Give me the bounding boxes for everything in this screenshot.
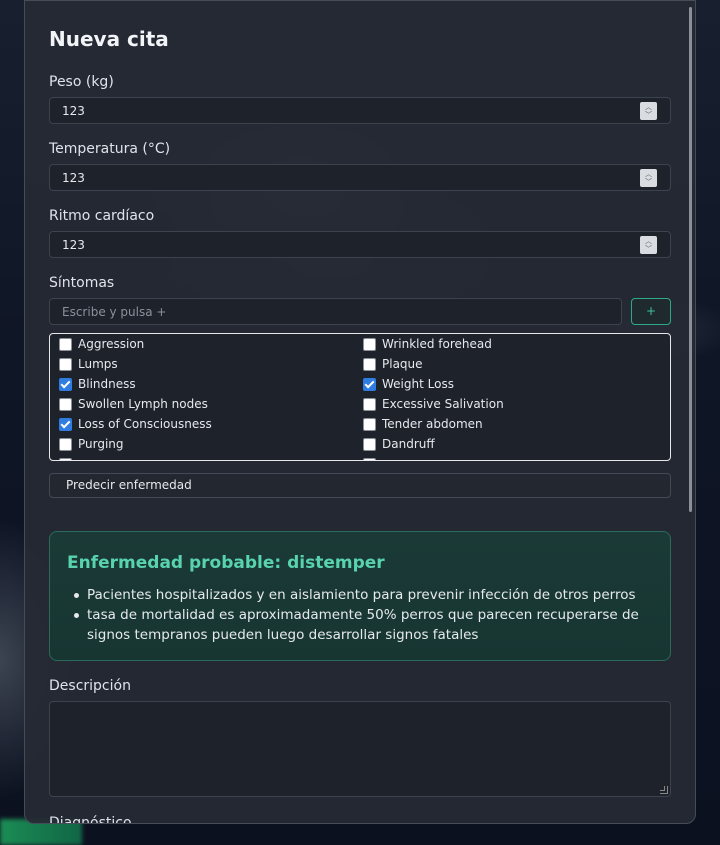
symptom-item[interactable]: Plaque — [363, 354, 423, 374]
checkbox[interactable] — [363, 457, 376, 460]
checkbox[interactable] — [59, 437, 72, 451]
temperature-input[interactable]: 123 ︿ ﹀ — [49, 164, 671, 191]
number-spinner-icon[interactable]: ︿ ﹀ — [640, 169, 657, 187]
symptom-item[interactable]: Swollen Lymph nodes — [59, 394, 208, 414]
temperature-value: 123 — [62, 171, 85, 185]
weight-label: Peso (kg) — [49, 74, 114, 90]
new-appointment-modal: Nueva cita Peso (kg) 123 ︿ ﹀ Temperatura … — [24, 0, 696, 824]
symptom-item-partial[interactable] — [363, 454, 382, 460]
checkbox[interactable] — [363, 337, 376, 351]
checkbox[interactable] — [363, 437, 376, 451]
result-point: Pacientes hospitalizados y en aislamient… — [74, 585, 654, 605]
symptom-search-input[interactable]: Escribe y pulsa + — [49, 298, 622, 325]
checkmark-icon[interactable] — [59, 417, 72, 431]
symptom-item[interactable]: Dandruff — [363, 434, 435, 454]
checkmark-icon[interactable] — [363, 377, 376, 391]
checkbox[interactable] — [59, 357, 72, 371]
result-list: Pacientes hospitalizados y en aislamient… — [74, 585, 654, 645]
prediction-result-card: Enfermedad probable: distemper Pacientes… — [49, 531, 671, 661]
checkbox[interactable] — [363, 357, 376, 371]
modal-title: Nueva cita — [49, 27, 169, 51]
checkbox[interactable] — [363, 417, 376, 431]
weight-input[interactable]: 123 ︿ ﹀ — [49, 97, 671, 124]
symptom-checkbox-list[interactable]: Aggression Wrinkled forehead Lumps Plaqu… — [49, 333, 671, 461]
symptom-item-partial[interactable] — [59, 454, 78, 460]
checkbox[interactable] — [363, 397, 376, 411]
checkbox[interactable] — [59, 457, 72, 460]
weight-value: 123 — [62, 104, 85, 118]
heart-rate-value: 123 — [62, 238, 85, 252]
symptom-item[interactable]: Aggression — [59, 334, 144, 354]
number-spinner-icon[interactable]: ︿ ﹀ — [640, 236, 657, 254]
symptom-item[interactable]: Loss of Consciousness — [59, 414, 212, 434]
symptoms-label: Síntomas — [49, 275, 115, 291]
number-spinner-icon[interactable]: ︿ ﹀ — [640, 102, 657, 120]
modal-scrollbar[interactable] — [689, 7, 692, 512]
description-textarea[interactable] — [49, 701, 671, 797]
symptom-item[interactable]: Wrinkled forehead — [363, 334, 492, 354]
checkbox[interactable] — [59, 337, 72, 351]
symptom-item[interactable]: Blindness — [59, 374, 136, 394]
checkmark-icon[interactable] — [59, 377, 72, 391]
symptom-item[interactable]: Purging — [59, 434, 124, 454]
resize-grip-icon[interactable] — [660, 786, 668, 794]
add-symptom-button[interactable]: + — [631, 298, 671, 325]
heart-rate-input[interactable]: 123 ︿ ﹀ — [49, 231, 671, 258]
predict-disease-button[interactable]: Predecir enfermedad — [49, 473, 671, 498]
symptom-item[interactable]: Lumps — [59, 354, 118, 374]
diagnosis-label: Diagnóstico — [49, 815, 132, 824]
checkbox[interactable] — [59, 397, 72, 411]
result-point: tasa de mortalidad es aproximadamente 50… — [74, 605, 654, 645]
temperature-label: Temperatura (°C) — [49, 141, 171, 157]
symptom-item[interactable]: Weight Loss — [363, 374, 454, 394]
heart-rate-label: Ritmo cardíaco — [49, 208, 155, 224]
symptom-input-placeholder: Escribe y pulsa + — [62, 305, 167, 319]
symptom-item[interactable]: Tender abdomen — [363, 414, 483, 434]
result-title: Enfermedad probable: distemper — [67, 553, 385, 573]
description-label: Descripción — [49, 678, 131, 694]
symptom-item[interactable]: Excessive Salivation — [363, 394, 504, 414]
